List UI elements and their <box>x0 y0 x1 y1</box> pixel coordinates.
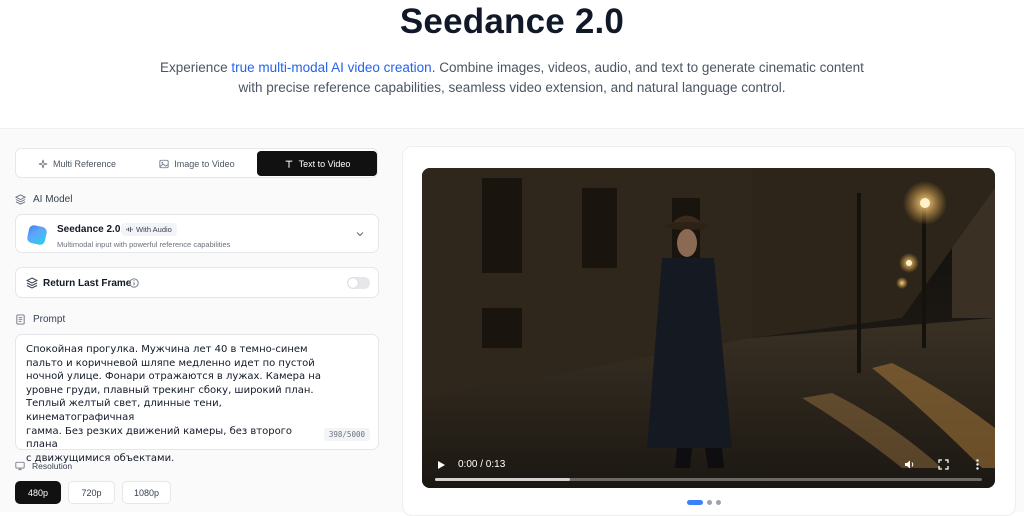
hero-description-highlight: true multi-modal AI video creation <box>231 60 432 75</box>
fullscreen-icon[interactable] <box>937 458 950 471</box>
resolution-1080p-button[interactable]: 1080p <box>122 481 171 504</box>
model-subtitle: Multimodal input with powerful reference… <box>57 240 231 249</box>
model-selector[interactable]: Seedance 2.0 With Audio Multimodal input… <box>15 214 379 253</box>
info-icon[interactable] <box>129 278 139 288</box>
audio-icon <box>126 226 133 233</box>
resolution-720p-button[interactable]: 720p <box>68 481 115 504</box>
model-name: Seedance 2.0 <box>57 224 121 235</box>
carousel-dot[interactable] <box>687 500 703 505</box>
prompt-text: Спокойная прогулка. Мужчина лет 40 в тем… <box>26 344 321 464</box>
prompt-label: Prompt <box>15 314 65 325</box>
return-last-frame-toggle[interactable] <box>347 277 370 289</box>
layers-icon <box>26 277 38 289</box>
toggle-knob <box>348 278 358 288</box>
video-frame <box>422 168 995 488</box>
prompt-textarea[interactable]: Спокойная прогулка. Мужчина лет 40 в тем… <box>15 334 379 464</box>
hero-description: Experience true multi-modal AI video cre… <box>160 60 864 95</box>
carousel-dot[interactable] <box>716 500 721 505</box>
mode-tabs: Multi Reference Image to Video Text to V… <box>15 148 378 178</box>
video-time: 0:00 / 0:13 <box>458 459 506 470</box>
video-player[interactable]: 0:00 / 0:13 <box>422 168 995 488</box>
play-icon[interactable] <box>435 459 447 471</box>
video-controls: 0:00 / 0:13 <box>422 444 995 488</box>
tab-text-to-video[interactable]: Text to Video <box>257 151 377 176</box>
image-icon <box>159 159 169 168</box>
carousel-dots <box>687 500 721 505</box>
tab-image-to-video[interactable]: Image to Video <box>137 151 257 176</box>
carousel-dot[interactable] <box>707 500 712 505</box>
return-last-frame-row: Return Last Frame <box>15 267 379 298</box>
tab-multi-reference[interactable]: Multi Reference <box>18 151 136 176</box>
monitor-icon <box>15 461 25 471</box>
more-options-icon[interactable] <box>971 458 984 471</box>
resolution-480p-button[interactable]: 480p <box>15 481 61 504</box>
resolution-label: Resolution <box>15 461 72 471</box>
volume-icon[interactable] <box>903 458 916 471</box>
video-progress-bar[interactable] <box>435 478 982 481</box>
document-icon <box>16 314 25 325</box>
character-counter: 398/5000 <box>323 428 370 441</box>
video-buffered-bar <box>435 478 570 481</box>
ai-model-label: AI Model <box>15 194 72 205</box>
audio-badge: With Audio <box>121 223 177 236</box>
sparkle-icon <box>38 159 48 168</box>
seedance-logo-icon <box>26 224 48 246</box>
return-last-frame-label: Return Last Frame <box>43 278 132 289</box>
layers-icon <box>15 194 26 205</box>
text-icon <box>285 160 292 168</box>
page-title: Seedance 2.0 <box>399 2 625 41</box>
chevron-down-icon[interactable] <box>355 229 365 239</box>
